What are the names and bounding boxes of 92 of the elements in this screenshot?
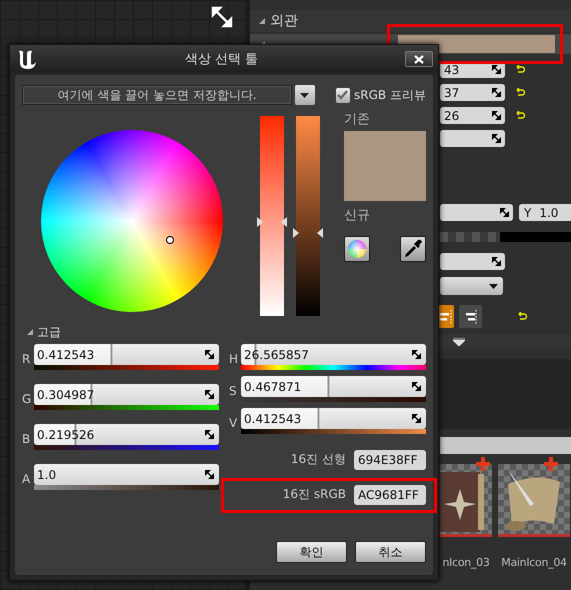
resize-icon — [492, 88, 501, 97]
resize-icon — [205, 470, 214, 479]
color-cursor[interactable] — [166, 236, 174, 244]
number-field[interactable] — [440, 130, 505, 147]
number-field[interactable]: 26 — [440, 107, 505, 124]
resize-icon — [500, 208, 509, 217]
section-header[interactable]: 외관 — [250, 10, 571, 32]
slider-field[interactable]: 0.412543 — [34, 344, 219, 365]
number-field[interactable] — [440, 204, 513, 221]
checkbox[interactable] — [336, 88, 350, 102]
resize-icon — [492, 134, 501, 143]
field-value: 0.219526 — [37, 428, 94, 442]
new-color-label: 신규 — [344, 207, 371, 222]
slider-field[interactable]: 0.219526 — [34, 424, 219, 445]
channel-label: A — [22, 471, 32, 486]
field-value: 0.304987 — [37, 388, 94, 402]
slider-field[interactable]: 0.412543 — [241, 408, 426, 429]
dropdown[interactable] — [440, 277, 503, 295]
slider-field[interactable]: 0.304987 — [34, 384, 219, 405]
field-value: 37 — [444, 86, 460, 100]
dropdown-button[interactable] — [295, 85, 315, 105]
number-field[interactable]: 37 — [440, 84, 505, 101]
y-field[interactable]: Y 1.0 — [519, 204, 571, 221]
slider-handle-icon[interactable] — [293, 228, 323, 238]
expand-icon[interactable] — [211, 6, 233, 28]
channel-label: S — [229, 383, 238, 398]
check-icon — [337, 90, 348, 100]
color-wheel-button[interactable] — [344, 236, 370, 262]
reset-icon[interactable] — [516, 111, 525, 120]
resize-icon — [412, 382, 421, 391]
align-icon — [440, 310, 452, 324]
drop-area[interactable]: 여기에 색을 끌어 놓으면 저장합니다. — [22, 85, 292, 105]
channel-label: G — [22, 391, 32, 406]
align-button[interactable] — [438, 305, 454, 328]
channel-label: V — [229, 415, 238, 430]
eyedropper-button[interactable] — [400, 236, 426, 262]
eyedropper-icon — [403, 239, 423, 259]
resize-icon — [412, 350, 421, 359]
dialog-button[interactable]: 확인 — [276, 541, 347, 563]
caret-icon — [489, 284, 498, 288]
field-value: 0.467871 — [244, 380, 302, 394]
section-title: 외관 — [270, 12, 298, 30]
color-wheel-icon — [347, 239, 367, 259]
saturation-bar[interactable] — [260, 116, 284, 316]
dialog-title: 색상 선택 툴 — [184, 51, 260, 68]
advanced-toggle[interactable]: 고급 — [26, 325, 426, 339]
close-button[interactable] — [405, 51, 433, 67]
old-color-label: 기존 — [344, 111, 371, 126]
slider-handle-icon[interactable] — [257, 217, 287, 228]
resize-icon — [412, 414, 421, 423]
hex-label: 16진 선형 — [290, 451, 346, 468]
field-value: 1.0 — [539, 206, 558, 220]
checkbox-label: sRGB 프리뷰 — [354, 86, 426, 104]
resize-icon — [492, 111, 501, 120]
reset-icon[interactable] — [516, 88, 525, 97]
asset-name: MainIcon_04 — [501, 556, 567, 569]
field-value: 1.0 — [37, 468, 56, 482]
expand-more-icon[interactable] — [453, 338, 465, 346]
field-value: 26.565857 — [244, 348, 309, 362]
close-icon — [414, 54, 424, 64]
field-value: 0.412543 — [244, 412, 302, 426]
resize-icon — [205, 430, 214, 439]
channel-label: B — [22, 431, 32, 446]
asset-name: nIcon_03 — [442, 556, 490, 569]
reset-icon[interactable] — [518, 312, 527, 321]
channel-label: R — [22, 351, 32, 366]
resize-icon — [205, 390, 214, 399]
reset-icon[interactable] — [516, 65, 525, 74]
align-button[interactable] — [459, 305, 482, 328]
hex-field[interactable]: AC9681FF — [354, 484, 426, 504]
slider-field[interactable]: 0.467871 — [241, 376, 426, 397]
caret-icon — [300, 92, 310, 98]
plus-badge-icon — [544, 457, 558, 471]
field-label: Y — [524, 206, 532, 220]
slider-field[interactable]: 1.0 — [34, 464, 219, 485]
value-bar[interactable] — [296, 116, 320, 316]
collapse-arrow-icon[interactable] — [258, 17, 266, 25]
field-value: 43 — [444, 62, 460, 76]
align-icon — [464, 310, 476, 324]
slider-field[interactable]: 26.565857 — [241, 344, 426, 365]
field-value: 26 — [444, 108, 460, 122]
resize-icon — [492, 257, 501, 266]
channel-label: H — [229, 351, 240, 366]
hex-label: 16진 sRGB — [282, 486, 346, 503]
number-field[interactable] — [440, 253, 505, 270]
logo-icon — [16, 48, 38, 70]
resize-icon — [205, 350, 214, 359]
field-value: 0.412543 — [37, 348, 94, 362]
plus-badge-icon — [476, 457, 490, 471]
hex-field[interactable]: 694E38FF — [354, 450, 426, 470]
dialog-button[interactable]: 취소 — [355, 541, 426, 563]
resize-icon — [492, 65, 501, 74]
